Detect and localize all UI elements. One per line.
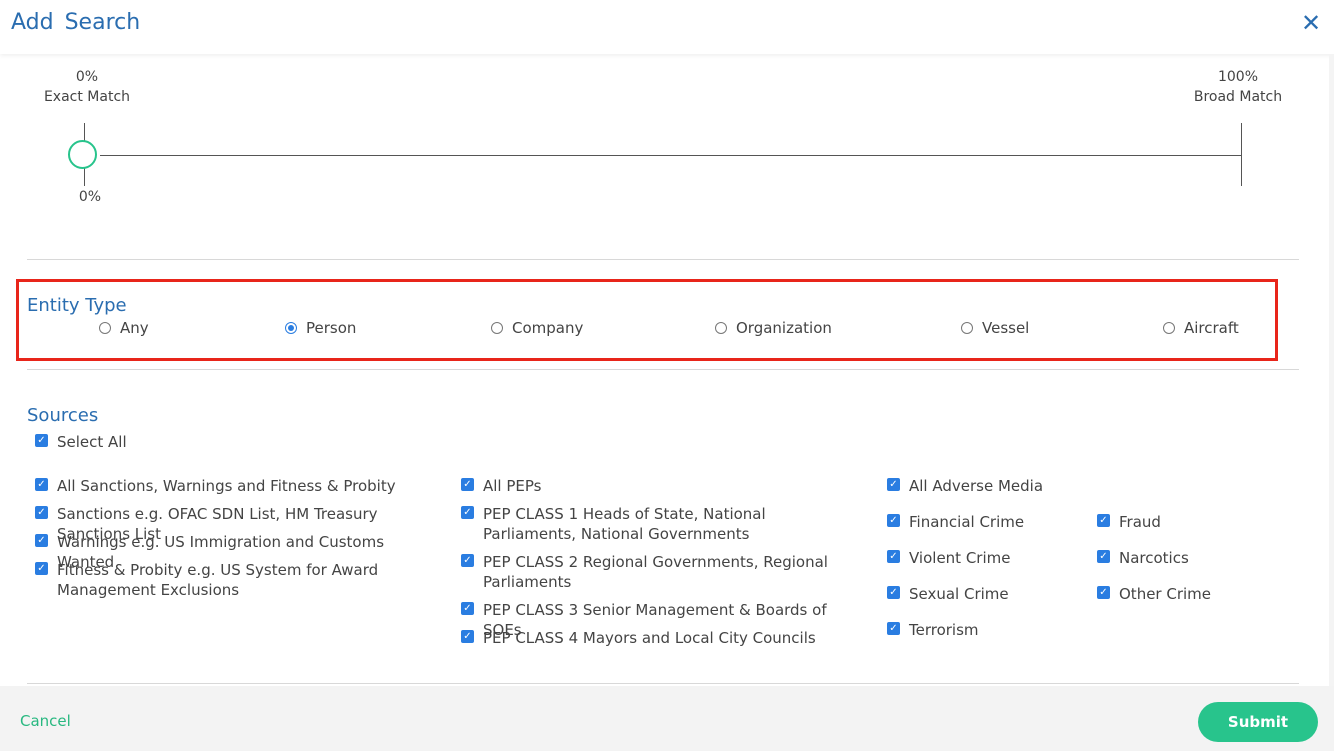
entity-type-option-organization[interactable]: Organization xyxy=(715,319,832,337)
checkbox-label: Financial Crime xyxy=(909,513,1025,531)
entity-type-option-aircraft[interactable]: Aircraft xyxy=(1163,319,1239,337)
divider xyxy=(27,369,1299,370)
checkbox-label: All PEPs xyxy=(483,477,542,495)
checkbox-label: Select All xyxy=(57,433,127,451)
cancel-button[interactable]: Cancel xyxy=(20,712,71,730)
slider-min-label: Exact Match xyxy=(43,89,131,105)
dialog-header: Add Search ✕ xyxy=(0,0,1334,54)
checkbox-checked-icon: ✓ xyxy=(461,506,474,519)
checkbox-label: All Sanctions, Warnings and Fitness & Pr… xyxy=(57,477,396,495)
source-checkbox[interactable]: ✓ Fitness & Probity e.g. US System for Aw… xyxy=(35,560,440,600)
slider-value-label: 0% xyxy=(78,189,102,205)
radio-label: Organization xyxy=(736,319,832,337)
scrollbar[interactable] xyxy=(1329,54,1334,686)
source-checkbox[interactable]: ✓ PEP CLASS 4 Mayors and Local City Counc… xyxy=(461,628,831,648)
checkbox-label: PEP CLASS 4 Mayors and Local City Counci… xyxy=(483,629,816,647)
checkbox-label: All Adverse Media xyxy=(909,477,1044,495)
checkbox-checked-icon: ✓ xyxy=(35,434,48,447)
checkbox-label: PEP CLASS 2 Regional Governments, Region… xyxy=(483,553,828,591)
checkbox-label: Narcotics xyxy=(1119,549,1189,567)
checkbox-checked-icon: ✓ xyxy=(1097,514,1110,527)
radio-label: Company xyxy=(512,319,584,337)
select-all-checkbox[interactable]: ✓ Select All xyxy=(35,432,127,452)
checkbox-label: Fitness & Probity e.g. US System for Awa… xyxy=(57,561,379,599)
checkbox-checked-icon: ✓ xyxy=(1097,550,1110,563)
slider-track[interactable] xyxy=(100,155,1242,156)
sources-title: Sources xyxy=(27,405,99,426)
checkbox-checked-icon: ✓ xyxy=(461,630,474,643)
highlight-box xyxy=(16,279,1278,361)
checkbox-label: Violent Crime xyxy=(909,549,1011,567)
radio-label: Vessel xyxy=(982,319,1030,337)
radio-label: Person xyxy=(306,319,357,337)
submit-button[interactable]: Submit xyxy=(1198,702,1318,742)
source-checkbox[interactable]: ✓ PEP CLASS 2 Regional Governments, Regio… xyxy=(461,552,831,592)
source-checkbox[interactable]: ✓ Other Crime xyxy=(1097,584,1297,604)
checkbox-label: PEP CLASS 1 Heads of State, National Par… xyxy=(483,505,766,543)
dialog-title: Add Search xyxy=(11,10,141,35)
source-checkbox[interactable]: ✓ All Sanctions, Warnings and Fitness & P… xyxy=(35,476,440,496)
checkbox-checked-icon: ✓ xyxy=(887,478,900,491)
slider-min-percent: 0% xyxy=(75,69,99,85)
checkbox-checked-icon: ✓ xyxy=(1097,586,1110,599)
checkbox-checked-icon: ✓ xyxy=(35,478,48,491)
radio-unselected-icon xyxy=(491,322,503,334)
radio-selected-icon xyxy=(285,322,297,334)
entity-type-option-any[interactable]: Any xyxy=(99,319,149,337)
checkbox-checked-icon: ✓ xyxy=(35,534,48,547)
checkbox-checked-icon: ✓ xyxy=(887,622,900,635)
checkbox-checked-icon: ✓ xyxy=(887,586,900,599)
checkbox-label: Terrorism xyxy=(909,621,979,639)
source-checkbox[interactable]: ✓ PEP CLASS 1 Heads of State, National Pa… xyxy=(461,504,831,544)
radio-label: Aircraft xyxy=(1184,319,1239,337)
radio-unselected-icon xyxy=(1163,322,1175,334)
entity-type-title: Entity Type xyxy=(27,295,127,316)
entity-type-option-person[interactable]: Person xyxy=(285,319,356,337)
source-checkbox[interactable]: ✓ Narcotics xyxy=(1097,548,1297,568)
close-icon[interactable]: ✕ xyxy=(1296,8,1326,38)
source-checkbox[interactable]: ✓ All PEPs xyxy=(461,476,831,496)
source-checkbox[interactable]: ✓ Sexual Crime xyxy=(887,584,1087,604)
checkbox-checked-icon: ✓ xyxy=(35,562,48,575)
slider-max-label: Broad Match xyxy=(1193,89,1283,105)
slider-max-tick xyxy=(1241,123,1242,186)
slider-max-percent: 100% xyxy=(1217,69,1259,85)
checkbox-label: Sexual Crime xyxy=(909,585,1009,603)
slider-handle[interactable] xyxy=(68,140,97,169)
checkbox-checked-icon: ✓ xyxy=(461,478,474,491)
source-checkbox[interactable]: ✓ All Adverse Media xyxy=(887,476,1087,496)
checkbox-checked-icon: ✓ xyxy=(887,550,900,563)
entity-type-option-company[interactable]: Company xyxy=(491,319,583,337)
checkbox-checked-icon: ✓ xyxy=(461,602,474,615)
source-checkbox[interactable]: ✓ Fraud xyxy=(1097,512,1297,532)
radio-unselected-icon xyxy=(715,322,727,334)
dialog-footer xyxy=(0,686,1334,751)
radio-label: Any xyxy=(120,319,149,337)
checkbox-checked-icon: ✓ xyxy=(461,554,474,567)
radio-unselected-icon xyxy=(99,322,111,334)
checkbox-label: Fraud xyxy=(1119,513,1161,531)
checkbox-checked-icon: ✓ xyxy=(35,506,48,519)
source-checkbox[interactable]: ✓ Violent Crime xyxy=(887,548,1087,568)
checkbox-label: Other Crime xyxy=(1119,585,1212,603)
checkbox-checked-icon: ✓ xyxy=(887,514,900,527)
divider xyxy=(27,683,1299,684)
radio-unselected-icon xyxy=(961,322,973,334)
entity-type-option-vessel[interactable]: Vessel xyxy=(961,319,1029,337)
source-checkbox[interactable]: ✓ Terrorism xyxy=(887,620,1087,640)
source-checkbox[interactable]: ✓ Financial Crime xyxy=(887,512,1087,532)
divider xyxy=(27,259,1299,260)
